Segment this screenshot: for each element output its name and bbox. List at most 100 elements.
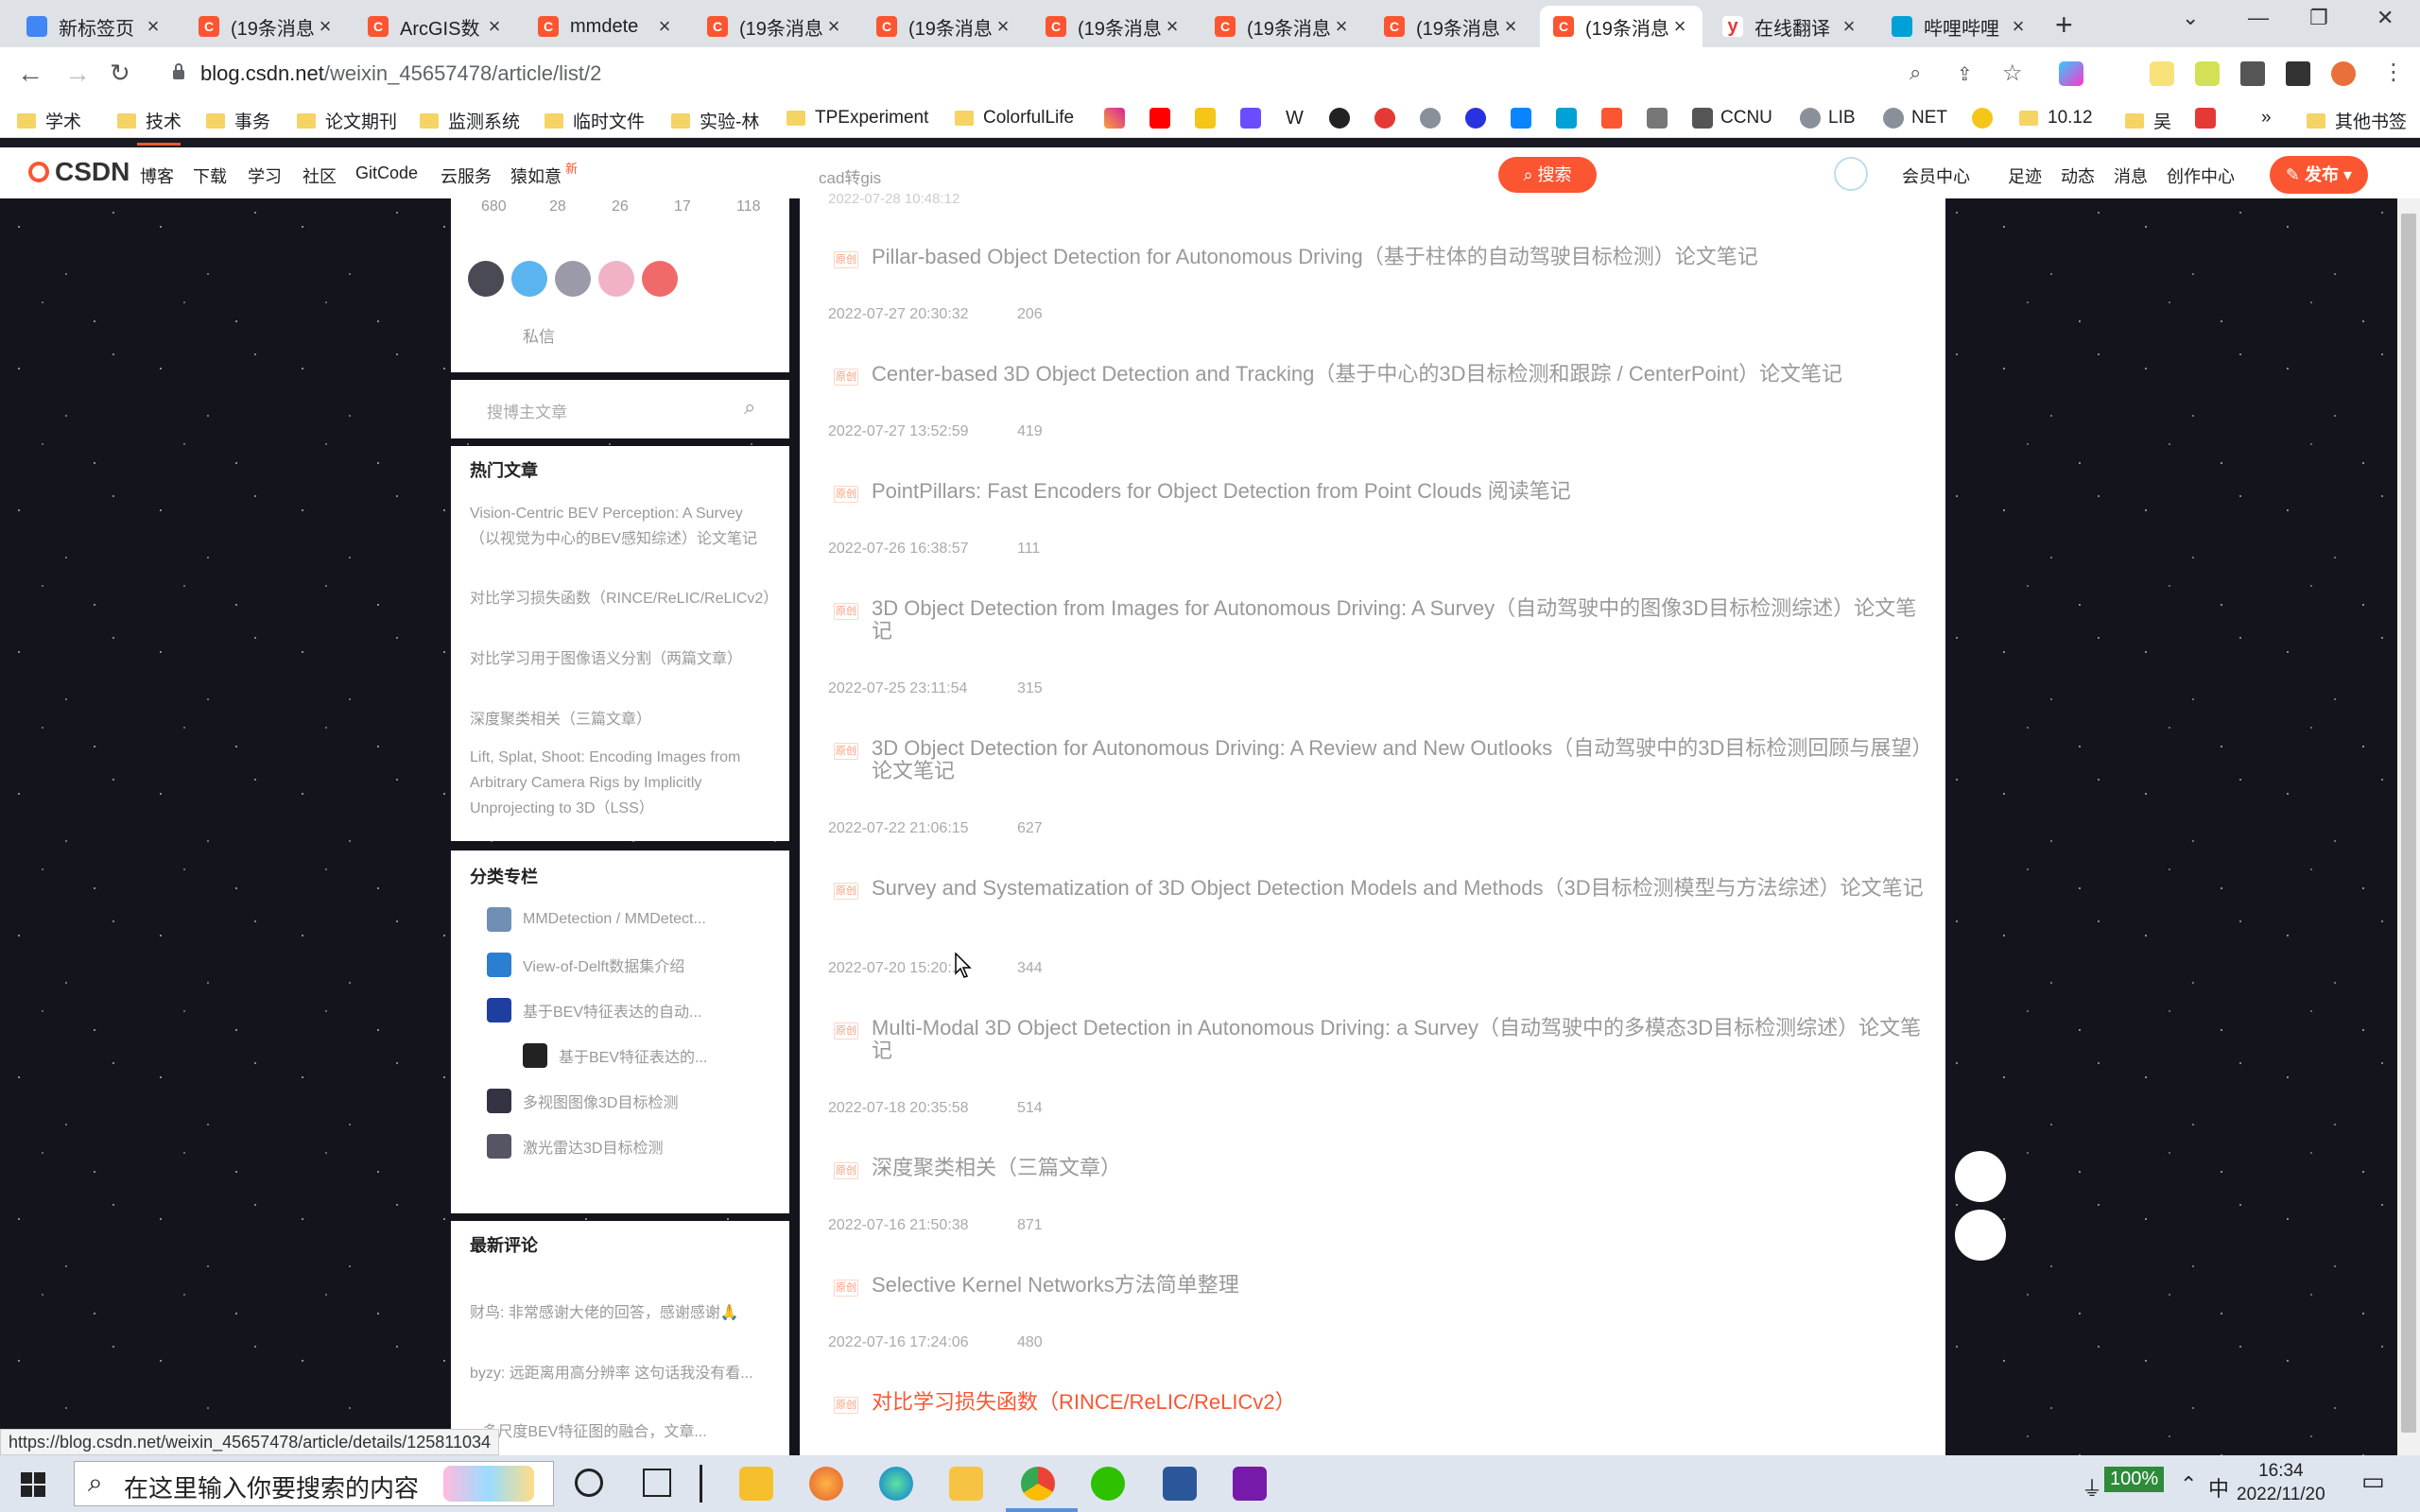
nav-download[interactable]: 下载 [193, 163, 227, 188]
nav-gitcode[interactable]: GitCode [355, 163, 418, 183]
footprint[interactable]: 足迹 [2008, 163, 2042, 188]
column-item[interactable]: 多视图图像3D目标检测 [487, 1089, 678, 1113]
article-title-hovered[interactable]: 对比学习损失函数（RINCE/ReLIC/ReLICv2） [872, 1391, 1930, 1414]
nav-learn[interactable]: 学习 [248, 163, 282, 188]
lock-icon[interactable] [172, 63, 185, 80]
sticky-notes-icon[interactable] [739, 1467, 773, 1501]
puzzle-icon[interactable] [2240, 61, 2265, 86]
forward-icon[interactable]: → [64, 59, 91, 89]
maximize-button[interactable]: ❐ [2309, 6, 2328, 30]
bookmark-ccnu[interactable]: CCNU [1692, 108, 1772, 129]
bookmark-zhihu-icon[interactable] [1511, 108, 1531, 129]
comment-item[interactable]: ...多尺度BEV特征图的融合，文章... [470, 1419, 772, 1445]
extension-icon[interactable] [2106, 61, 2131, 86]
bookmark-folder[interactable]: 事务 [206, 108, 270, 133]
hot-article-link[interactable]: 深度聚类相关（三篇文章） [470, 707, 772, 732]
article-title[interactable]: Pillar-based Object Detection for Autono… [872, 246, 1930, 268]
bookmark-baidu-icon[interactable] [1465, 108, 1486, 129]
comment-item[interactable]: byzy: 远距离用高分辨率 这句话我没有看... [470, 1361, 772, 1386]
bookmark-icon[interactable] [1195, 108, 1216, 129]
avatar[interactable] [2331, 61, 2356, 86]
menu-icon[interactable]: ⋮ [2382, 59, 2405, 86]
tab[interactable]: C (19条消息 × [1032, 6, 1195, 47]
column-item[interactable]: 激光雷达3D目标检测 [487, 1134, 663, 1159]
nav-yuanruyi[interactable]: 猿如意 [510, 163, 562, 188]
hot-article-link[interactable]: Lift, Splat, Shoot: Encoding Images from… [470, 745, 772, 821]
close-icon[interactable]: × [144, 14, 163, 39]
close-icon[interactable]: × [655, 14, 674, 39]
tab[interactable]: C (19条消息 × [1371, 6, 1533, 47]
close-icon[interactable]: × [824, 14, 843, 39]
private-message-link[interactable]: 私信 [523, 323, 555, 347]
file-explorer-icon[interactable] [949, 1467, 983, 1501]
member-center[interactable]: 会员中心 [1902, 163, 1970, 188]
tray-chevron-icon[interactable]: ⌃ [2180, 1472, 2197, 1497]
nav-cloud[interactable]: 云服务 [441, 163, 492, 188]
taskbar-search-input[interactable]: ⌕ 在这里输入你要搜索的内容 [74, 1461, 554, 1506]
bookmark-icon[interactable] [1240, 108, 1261, 129]
tab[interactable]: 哔哩哔哩 × [1878, 6, 2041, 47]
column-item[interactable]: View-of-Delft数据集介绍 [487, 953, 684, 977]
bookmark-youtube-icon[interactable] [1150, 108, 1170, 129]
extension-icon[interactable] [2059, 61, 2083, 86]
nav-community[interactable]: 社区 [302, 163, 337, 188]
bookmark-icon[interactable] [1647, 108, 1668, 129]
close-icon[interactable]: × [1840, 14, 1858, 39]
word-icon[interactable] [1163, 1467, 1197, 1501]
bookmark-csdn-icon[interactable] [1601, 108, 1622, 129]
creator-center[interactable]: 创作中心 [2167, 163, 2235, 188]
article-title[interactable]: 深度聚类相关（三篇文章） [872, 1157, 1930, 1179]
bookmark-folder[interactable]: ColorfulLife [955, 108, 1074, 129]
article-title[interactable]: Survey and Systematization of 3D Object … [872, 877, 1930, 900]
tab[interactable]: C mmdete × [525, 6, 687, 47]
close-icon[interactable]: × [1332, 14, 1351, 39]
tab[interactable]: C (19条消息 × [185, 6, 348, 47]
bookmark-folder[interactable]: 吴 [2125, 108, 2171, 133]
zoom-search-icon[interactable]: ⌕ [1910, 60, 1921, 85]
chrome-icon[interactable] [1021, 1467, 1055, 1501]
reload-icon[interactable]: ↻ [110, 59, 130, 88]
nav-blog[interactable]: 博客 [140, 163, 174, 188]
messages[interactable]: 消息 [2114, 163, 2148, 188]
csdn-logo[interactable]: CSDN [28, 157, 130, 187]
close-icon[interactable]: × [1163, 14, 1182, 39]
column-item[interactable]: 基于BEV特征表达的自动... [487, 998, 701, 1022]
bookmark-github-icon[interactable] [1329, 108, 1350, 129]
tab[interactable]: C ArcGIS数 × [354, 6, 517, 47]
scrollbar-thumb[interactable] [2401, 214, 2416, 1433]
task-view-icon[interactable] [643, 1469, 671, 1497]
badge-icon[interactable] [598, 261, 634, 297]
column-item[interactable]: MMDetection / MMDetect... [487, 907, 706, 932]
bookmark-instagram-icon[interactable] [1104, 108, 1125, 129]
bookmark-wikipedia-icon[interactable]: W [1286, 108, 1304, 129]
tab[interactable]: 新标签页 × [13, 6, 176, 47]
more-bookmarks-icon[interactable]: » [2261, 108, 2272, 129]
column-item[interactable]: 基于BEV特征表达的... [523, 1043, 707, 1068]
article-title[interactable]: 3D Object Detection from Images for Auto… [872, 597, 1930, 643]
activity[interactable]: 动态 [2061, 163, 2095, 188]
tab-search-icon[interactable]: ⌄ [2182, 6, 2199, 30]
bookmark-folder[interactable]: 10.12 [2019, 108, 2093, 129]
bookmark-icon[interactable] [1374, 108, 1395, 129]
article-title[interactable]: Selective Kernel Networks方法简单整理 [872, 1274, 1930, 1297]
ime-indicator[interactable]: 中 [2208, 1472, 2229, 1503]
article-title[interactable]: Center-based 3D Object Detection and Tra… [872, 363, 1930, 386]
notification-icon[interactable]: ▭ [2361, 1467, 2385, 1496]
close-icon[interactable]: × [316, 14, 335, 39]
onenote-icon[interactable] [1233, 1467, 1267, 1501]
bookmark-folder-other[interactable]: 其他书签 [2307, 108, 2407, 133]
bookmark-folder[interactable]: 监测系统 [420, 108, 520, 133]
scrollbar[interactable] [2397, 198, 2420, 1455]
search-input[interactable]: cad转gis [804, 157, 1498, 193]
avatar[interactable] [1834, 157, 1868, 191]
bookmark-globe-icon[interactable] [1420, 108, 1441, 129]
bookmark-folder[interactable]: 技术 [117, 108, 182, 133]
publish-button[interactable]: ✎ 发布 ▾ [2270, 156, 2368, 194]
hot-article-link[interactable]: 对比学习用于图像语义分割（两篇文章） [470, 646, 772, 672]
search-icon[interactable]: ⌕ [744, 395, 755, 420]
tab[interactable]: C (19条消息 × [694, 6, 856, 47]
badge-icon[interactable] [511, 261, 547, 297]
bookmark-net[interactable]: NET [1883, 108, 1947, 129]
extension-icon[interactable] [2195, 61, 2220, 86]
cortana-icon[interactable] [575, 1469, 603, 1497]
